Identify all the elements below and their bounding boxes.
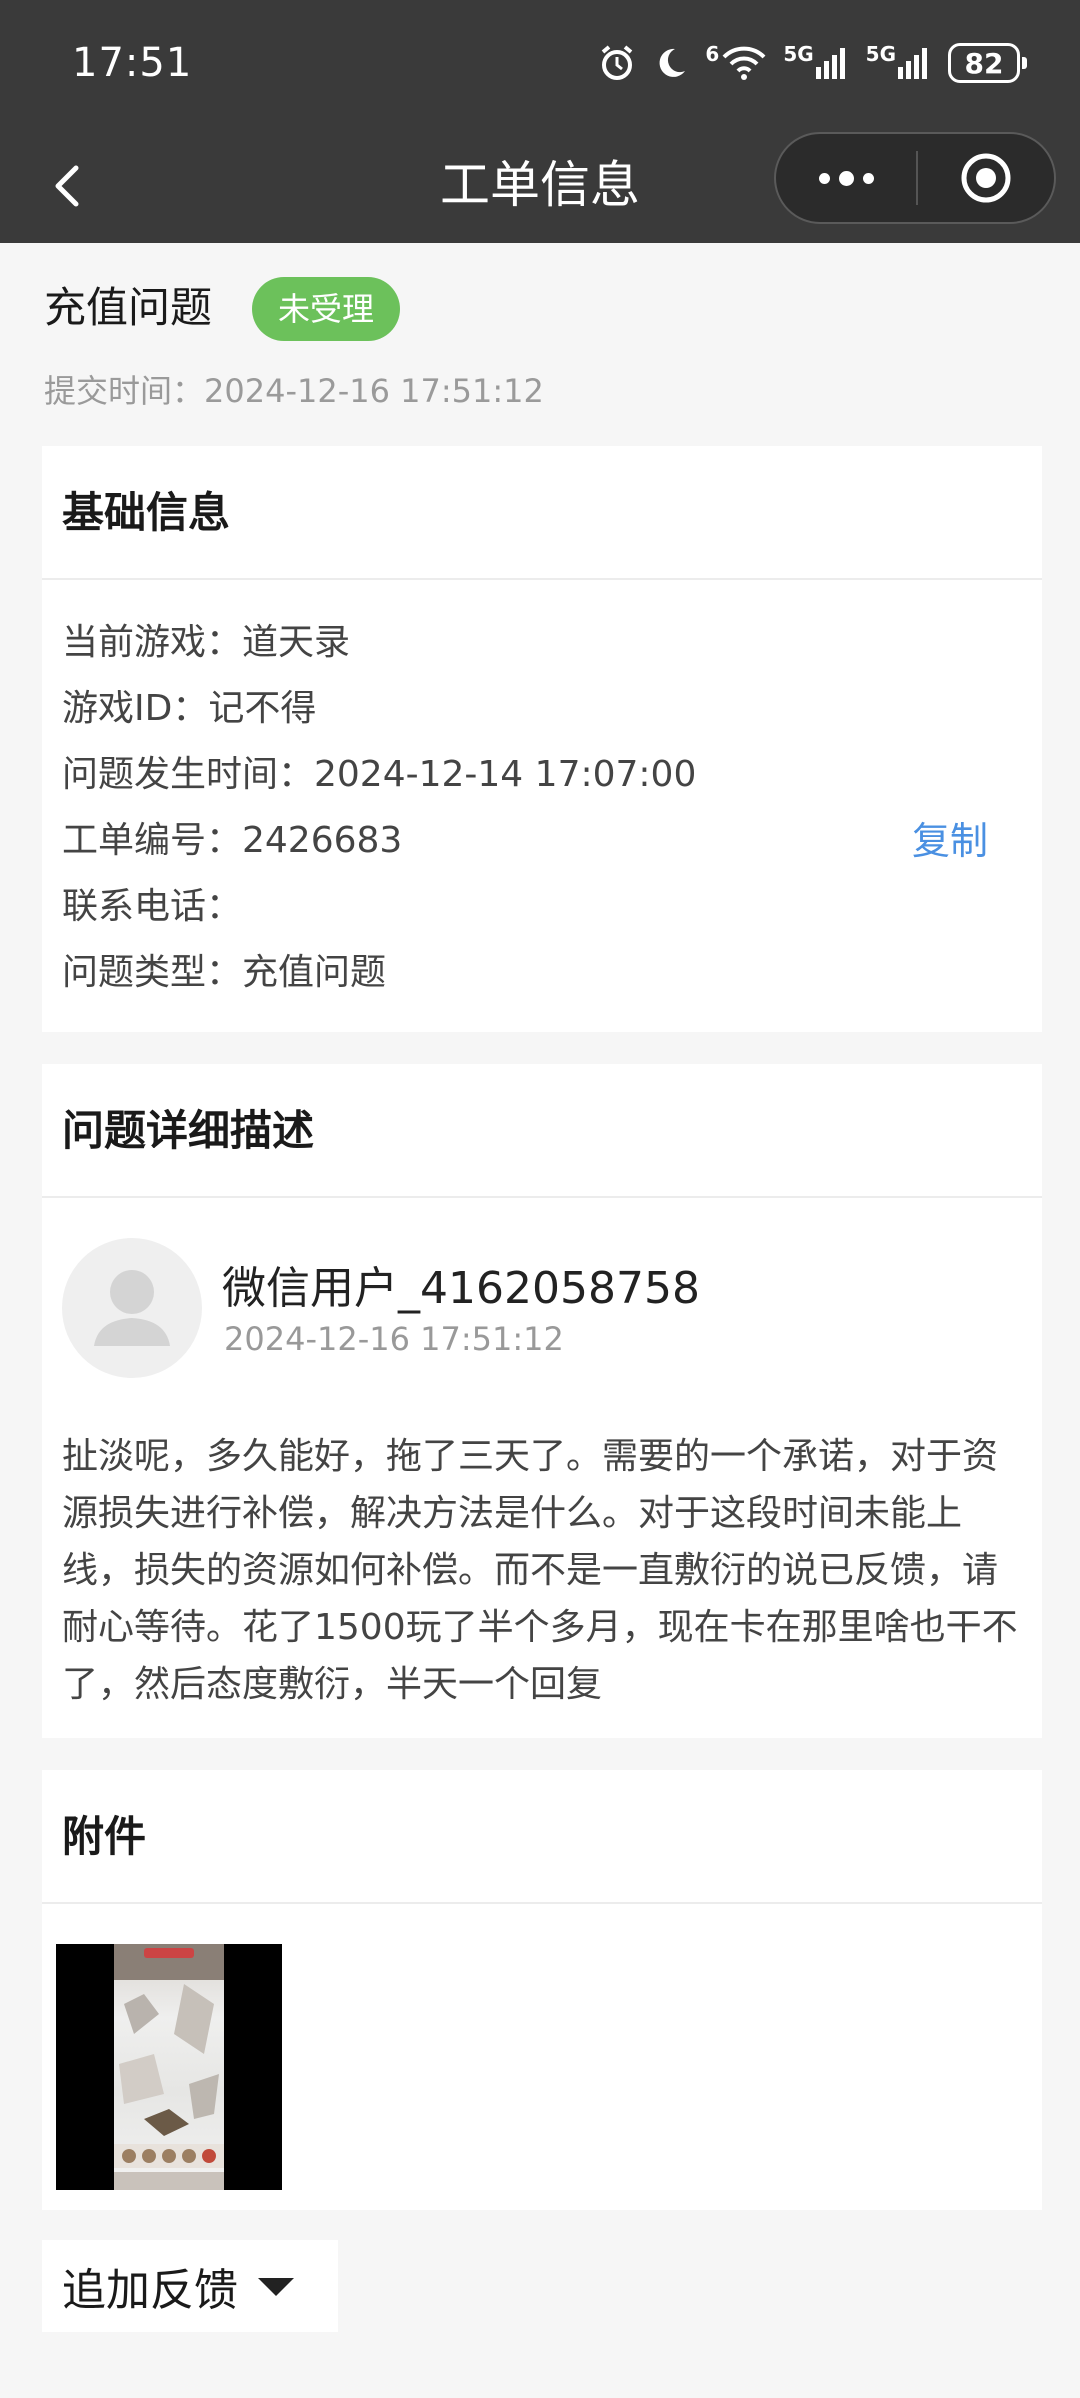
attachment-image [114,1944,224,2190]
user-row: 微信用户_4162058758 2024-12-16 17:51:12 [42,1198,1042,1378]
target-circle-icon [961,153,1011,203]
status-icons: 6 5G 5G 82 [597,38,1027,88]
basic-info-card: 基础信息 当前游戏：道天录 游戏ID：记不得 问题发生时间：2024-12-14… [42,446,1042,1032]
more-dot-right [862,172,874,184]
wifi-badge: 6 [705,42,720,66]
info-row-phone: 联系电话： [62,886,243,927]
more-dot-center [838,170,854,186]
status-bar: 17:51 6 5G 5G 82 [0,0,1080,130]
add-feedback-label: 追加反馈 [62,2265,238,2316]
network-label-2: 5G [865,42,896,66]
description-text: 扯淡呢，多久能好，拖了三天了。需要的一个承诺，对于资源损失进行补偿，解决方法是什… [62,1436,1018,1705]
close-button[interactable] [918,134,1054,222]
add-feedback-button[interactable]: 追加反馈 [42,2240,338,2332]
battery-icon: 82 [948,43,1027,83]
description-card: 问题详细描述 微信用户_4162058758 2024-12-16 17:51:… [42,1064,1042,1738]
more-dots-icon [818,172,830,184]
info-row-issue-type: 问题类型：充值问题 [62,952,387,993]
avatar [62,1238,202,1378]
ticket-category: 充值问题 [44,283,213,332]
status-time: 17:51 [72,40,193,86]
attachment-thumbnail[interactable] [56,1944,282,2190]
network-label-1: 5G [783,42,814,66]
cellular-signal-icon-2: 5G [865,42,932,81]
info-row-game-id: 游戏ID：记不得 [62,688,317,729]
description-header: 问题详细描述 [42,1064,1042,1198]
attachment-list [42,1904,1042,2210]
info-row-ticket-number: 工单编号：2426683 复制 [62,808,1022,874]
attachment-header: 附件 [42,1770,1042,1904]
caret-down-icon [258,2278,294,2296]
info-row-game: 当前游戏：道天录 [62,622,351,663]
moon-icon [653,45,689,81]
status-badge: 未受理 [252,277,401,341]
more-button[interactable] [776,134,916,222]
basic-info-list: 当前游戏：道天录 游戏ID：记不得 问题发生时间：2024-12-14 17:0… [42,580,1042,1006]
user-time: 2024-12-16 17:51:12 [224,1320,564,1358]
basic-info-header: 基础信息 [42,446,1042,580]
ticket-number-text: 工单编号：2426683 [62,820,403,861]
wifi-icon: 6 [705,42,767,81]
nav-bar: 工单信息 [0,130,1080,243]
copy-button[interactable]: 复制 [912,808,988,874]
cellular-signal-icon: 5G [783,42,849,81]
mini-program-capsule [774,132,1056,224]
alarm-icon [597,43,637,83]
attachment-card: 附件 [42,1770,1042,2210]
submit-time: 提交时间：2024-12-16 17:51:12 [44,372,544,410]
default-user-icon [94,1270,170,1346]
info-row-issue-time: 问题发生时间：2024-12-14 17:07:00 [62,754,697,795]
user-name: 微信用户_4162058758 [222,1263,700,1314]
battery-level: 82 [964,46,1004,80]
